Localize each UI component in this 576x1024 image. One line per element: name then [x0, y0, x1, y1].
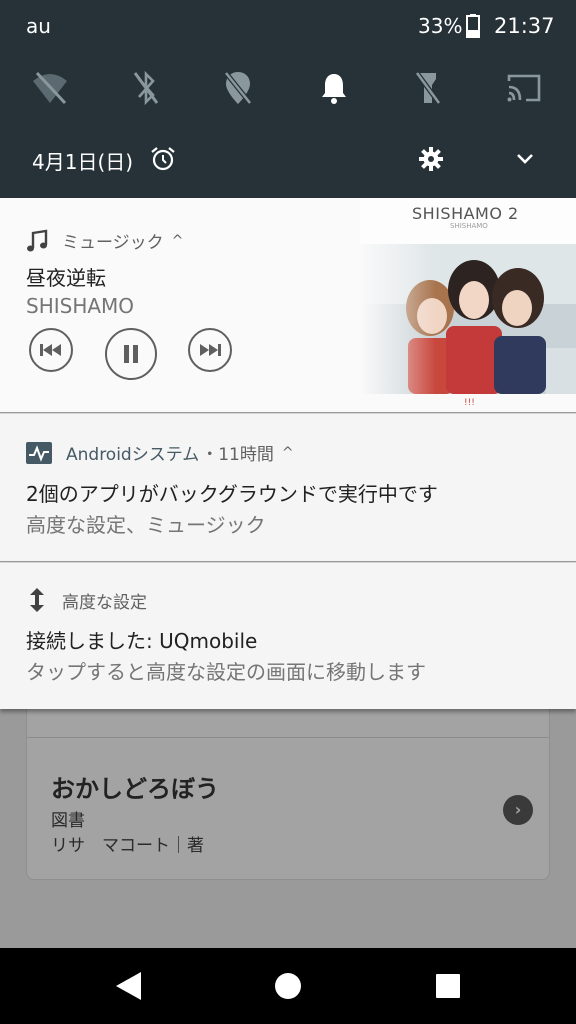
system-notification-title: 2個のアプリがバックグラウンドで実行中です — [26, 482, 438, 506]
shade-footer: 4月1日(日) — [0, 136, 576, 184]
expand-caret-icon[interactable]: ^ — [172, 233, 184, 249]
book-card[interactable]: おかしどろぼう 図書 リサ マコート｜著 › — [26, 700, 550, 880]
artist-name: SHISHAMO — [26, 294, 135, 318]
settings-app-name: 高度な設定 — [62, 592, 147, 613]
system-app-name: Androidシステム — [66, 445, 200, 465]
alarm-clock-icon[interactable] — [150, 146, 176, 172]
music-app-name: ミュージック — [62, 233, 164, 253]
advanced-settings-notification[interactable]: 高度な設定 接続しました: UQmobile タップすると高度な設定の画面に移動… — [0, 562, 576, 709]
song-title: 昼夜逆転 — [26, 266, 106, 290]
expand-caret-icon[interactable]: ^ — [282, 445, 294, 461]
book-title: おかしどろぼう — [51, 775, 219, 803]
pause-icon — [124, 345, 138, 363]
android-system-notification[interactable]: Androidシステム ・11時間 ^ 2個のアプリがバックグラウンドで実行中で… — [0, 413, 576, 561]
notification-shade-header: au 33% 21:37 4月1日(日) — [0, 0, 576, 198]
back-icon[interactable] — [110, 968, 146, 1004]
book-category: 図書 — [51, 811, 85, 831]
navigation-bar — [0, 948, 576, 1024]
chevron-down-icon[interactable] — [512, 146, 538, 172]
carrier-label: au — [26, 14, 51, 38]
system-notification-text: 高度な設定、ミュージック — [26, 513, 266, 537]
wifi-off-icon[interactable] — [30, 68, 70, 108]
notification-time: ・11時間 — [201, 445, 274, 465]
location-off-icon[interactable] — [218, 68, 258, 108]
gear-icon[interactable] — [418, 146, 444, 172]
skip-previous-icon — [40, 344, 61, 356]
home-icon[interactable] — [270, 968, 306, 1004]
album-art-title: SHISHAMO 2 — [412, 204, 519, 223]
pause-button[interactable] — [105, 328, 157, 380]
vertical-arrows-icon — [30, 588, 44, 612]
album-art-subtitle: SHISHAMO — [450, 222, 488, 230]
background-app: おかしどろぼう 図書 リサ マコート｜著 › — [0, 700, 576, 948]
status-clock: 21:37 — [494, 14, 555, 38]
bell-icon[interactable] — [314, 68, 354, 108]
flashlight-off-icon[interactable] — [408, 68, 448, 108]
battery-percentage: 33% — [418, 14, 463, 38]
next-track-button[interactable] — [188, 328, 232, 372]
system-app-header: Androidシステム ・11時間 ^ — [26, 440, 294, 465]
album-art: SHISHAMO 2 SHISHAMO !!! — [360, 198, 576, 412]
card-divider — [27, 737, 549, 738]
quick-settings-row — [0, 60, 576, 116]
status-bar: au 33% 21:37 — [0, 0, 576, 52]
settings-notification-text: タップすると高度な設定の画面に移動します — [26, 660, 426, 684]
music-notification[interactable]: ミュージック ^ 昼夜逆転 SHISHAMO SHISHAMO 2 SHISHA… — [0, 198, 576, 412]
cast-icon[interactable] — [504, 68, 544, 108]
previous-track-button[interactable] — [29, 328, 73, 372]
settings-app-header: 高度な設定 — [26, 587, 147, 613]
album-art-mark: !!! — [464, 398, 475, 408]
music-note-icon — [27, 229, 48, 251]
skip-next-icon — [200, 344, 221, 356]
activity-icon — [26, 441, 52, 464]
book-author: リサ マコート｜著 — [51, 836, 204, 856]
recents-icon[interactable] — [430, 968, 466, 1004]
chevron-right-icon[interactable]: › — [503, 795, 533, 825]
bluetooth-off-icon[interactable] — [126, 68, 166, 108]
battery-icon — [466, 14, 480, 38]
date-label[interactable]: 4月1日(日) — [32, 146, 133, 175]
music-app-header: ミュージック ^ — [26, 228, 183, 253]
settings-notification-title: 接続しました: UQmobile — [26, 629, 258, 653]
